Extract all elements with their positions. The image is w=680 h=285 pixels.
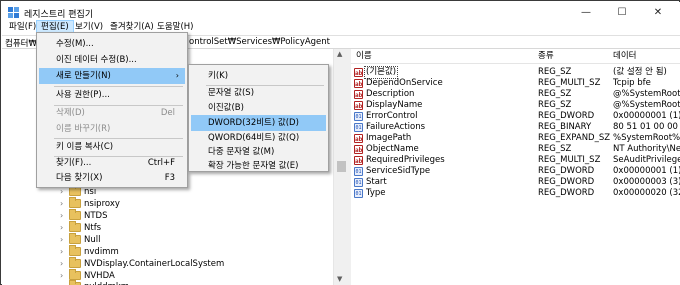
registry-editor-icon [8, 7, 19, 18]
address-path-end: ontrolSet₩Services₩PolicyAgent [189, 37, 331, 47]
expand-chevron-icon[interactable]: › [60, 222, 63, 234]
expand-chevron-icon[interactable]: › [60, 246, 63, 258]
column-header-data[interactable]: 데이터 [613, 49, 636, 63]
tree-scrollbar[interactable]: ▲ ▼ [333, 49, 348, 285]
folder-icon [69, 269, 81, 280]
list-item[interactable]: ab ImagePath REG_EXPAND_SZ %SystemRoot%\… [351, 133, 680, 144]
folder-icon [69, 197, 81, 208]
folder-icon [69, 233, 81, 244]
scroll-down-icon[interactable]: ▼ [337, 275, 342, 283]
values-list[interactable]: 이름 종류 데이터 ab (기본값) REG_SZ (값 설정 안 됨) ab … [351, 49, 680, 285]
list-item[interactable]: ab ObjectName REG_SZ NT Authority\Netv [351, 144, 680, 155]
column-header-type[interactable]: 종류 [538, 49, 554, 63]
list-item[interactable]: ab Description REG_SZ @%SystemRoot% [351, 89, 680, 100]
binary-value-icon: 01 [354, 189, 363, 198]
scroll-up-icon[interactable]: ▲ [337, 50, 342, 58]
menu-item-new-key[interactable]: 키(K) [191, 68, 326, 84]
menu-item-find[interactable]: 찾기(F)... Ctrl+F [39, 155, 185, 171]
list-item[interactable]: ab (기본값) REG_SZ (값 설정 안 됨) [351, 66, 680, 79]
menu-file[interactable]: 파일(F) [5, 20, 40, 34]
binary-value-icon: 01 [354, 178, 363, 187]
menu-item-new-expandable-string[interactable]: 확장 가능한 문자열 값(E) [191, 158, 326, 174]
edit-menu: 수정(M)... 이진 데이터 수정(B)... 새로 만들기(N) › 사용 … [36, 32, 188, 188]
submenu-arrow-icon: › [175, 71, 179, 80]
folder-icon [69, 221, 81, 232]
menu-item-modify[interactable]: 수정(M)... [39, 36, 185, 52]
folder-icon [69, 245, 81, 256]
menu-item-modify-binary[interactable]: 이진 데이터 수정(B)... [39, 52, 185, 68]
string-value-icon: ab [354, 90, 363, 99]
scrollbar-thumb[interactable] [337, 161, 346, 172]
registry-editor-window: 레지스트리 편집기 — ☐ ✕ 파일(F) 편집(E) 보기(V) 즐겨찾기(A… [0, 0, 680, 285]
menu-item-permissions[interactable]: 사용 권한(P)... [39, 87, 185, 103]
menu-item-new-string[interactable]: 문자열 값(S) [191, 85, 326, 101]
new-submenu: 키(K) 문자열 값(S) 이진값(B) DWORD(32비트) 값(D) QW… [188, 64, 329, 172]
string-value-icon: ab [354, 156, 363, 165]
string-value-icon: ab [354, 134, 363, 143]
list-item[interactable]: ab DisplayName REG_SZ @%SystemRoot% [351, 100, 680, 111]
menu-item-new-dword[interactable]: DWORD(32비트) 값(D) [191, 115, 326, 131]
list-item[interactable]: 01 Start REG_DWORD 0x00000003 (3) [351, 177, 680, 188]
menu-item-find-next[interactable]: 다음 찾기(X) F3 [39, 170, 185, 186]
expand-chevron-icon[interactable]: › [60, 234, 63, 246]
string-value-icon: ab [354, 79, 363, 88]
list-item[interactable]: 01 ServiceSidType REG_DWORD 0x00000001 (… [351, 166, 680, 177]
header-divider [351, 63, 680, 64]
column-header-name[interactable]: 이름 [356, 49, 372, 63]
list-item[interactable]: ab RequiredPrivileges REG_MULTI_SZ SeAud… [351, 155, 680, 166]
string-value-icon: ab [354, 68, 363, 77]
folder-icon [69, 185, 81, 196]
list-item[interactable]: ab DependOnService REG_MULTI_SZ Tcpip bf… [351, 78, 680, 89]
menu-item-copy-key-name[interactable]: 키 이름 복사(C) [39, 139, 185, 155]
folder-icon [69, 209, 81, 220]
expand-chevron-icon[interactable]: › [60, 198, 63, 210]
list-item[interactable]: 01 ErrorControl REG_DWORD 0x00000001 (1) [351, 111, 680, 122]
string-value-icon: ab [354, 101, 363, 110]
menu-item-rename[interactable]: 이름 바꾸기(R) [39, 121, 185, 137]
expand-chevron-icon[interactable]: › [60, 258, 63, 270]
list-item[interactable]: 01 FailureActions REG_BINARY 80 51 01 00… [351, 122, 680, 133]
binary-value-icon: 01 [354, 123, 363, 132]
menu-item-new[interactable]: 새로 만들기(N) › [39, 68, 185, 84]
binary-value-icon: 01 [354, 112, 363, 121]
string-value-icon: ab [354, 145, 363, 154]
list-item[interactable]: 01 Type REG_DWORD 0x00000020 (32) [351, 188, 680, 199]
folder-icon [69, 257, 81, 268]
expand-chevron-icon[interactable]: › [60, 281, 63, 285]
binary-value-icon: 01 [354, 167, 363, 176]
expand-chevron-icon[interactable]: › [60, 210, 63, 222]
menu-item-new-binary[interactable]: 이진값(B) [191, 100, 326, 116]
menu-item-delete[interactable]: 삭제(D) Del [39, 105, 185, 121]
